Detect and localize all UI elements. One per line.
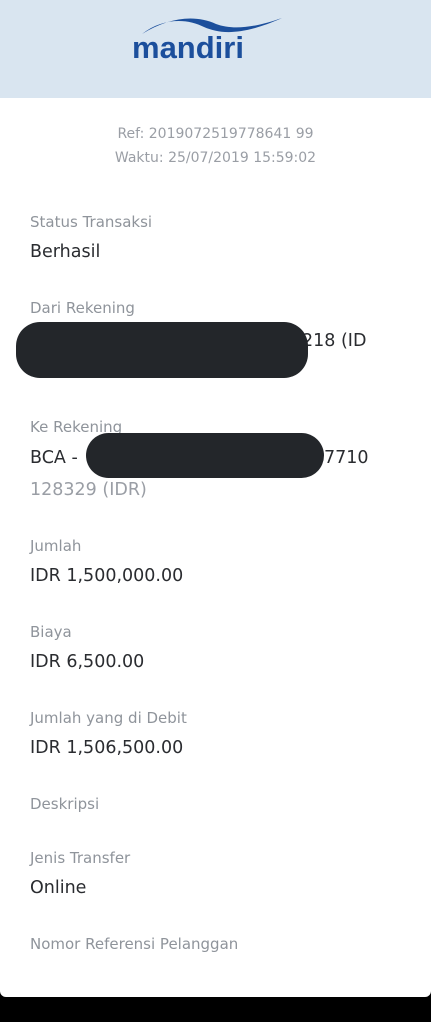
receipt-header: mandiri [0,0,431,98]
transfer-type-label: Jenis Transfer [30,849,131,867]
brand-name: mandiri [132,30,244,65]
transaction-time: Waktu: 25/07/2019 15:59:02 [114,150,317,166]
transfer-type-field: Jenis Transfer Online [30,848,410,900]
redaction-from-account [16,322,308,378]
customer-ref-field: Nomor Referensi Pelanggan [30,934,410,954]
amount-field: Jumlah IDR 1,500,000.00 [30,536,410,588]
status-label: Status Transaksi [30,213,153,231]
amount-value: IDR 1,500,000.00 [30,566,184,586]
reference-number: Ref: 2019072519778641 99 [117,126,314,142]
bottom-edge [0,997,431,1022]
transfer-type-value: Online [30,878,87,898]
fee-value: IDR 6,500.00 [30,652,145,672]
debited-label: Jumlah yang di Debit [30,709,187,727]
amount-label: Jumlah [30,537,82,555]
fee-field: Biaya IDR 6,500.00 [30,622,410,674]
to-account-tail: 7710 [324,448,369,468]
debited-value: IDR 1,506,500.00 [30,738,184,758]
description-label: Deskripsi [30,795,100,813]
status-field: Status Transaksi Berhasil [30,212,410,264]
status-value: Berhasil [30,242,101,262]
debited-field: Jumlah yang di Debit IDR 1,506,500.00 [30,708,410,760]
to-account-bank: BCA - [30,448,78,468]
customer-ref-label: Nomor Referensi Pelanggan [30,935,239,953]
fee-label: Biaya [30,623,72,641]
mandiri-logo: mandiri [132,14,284,70]
from-account-label: Dari Rekening [30,299,135,317]
description-field: Deskripsi [30,794,410,814]
to-account-line2: 128329 (IDR) [30,480,147,500]
transaction-receipt: mandiri Ref: 2019072519778641 99 Waktu: … [0,0,431,997]
reference-block: Ref: 2019072519778641 99 Waktu: 25/07/20… [0,122,431,170]
redaction-to-account [86,433,324,478]
